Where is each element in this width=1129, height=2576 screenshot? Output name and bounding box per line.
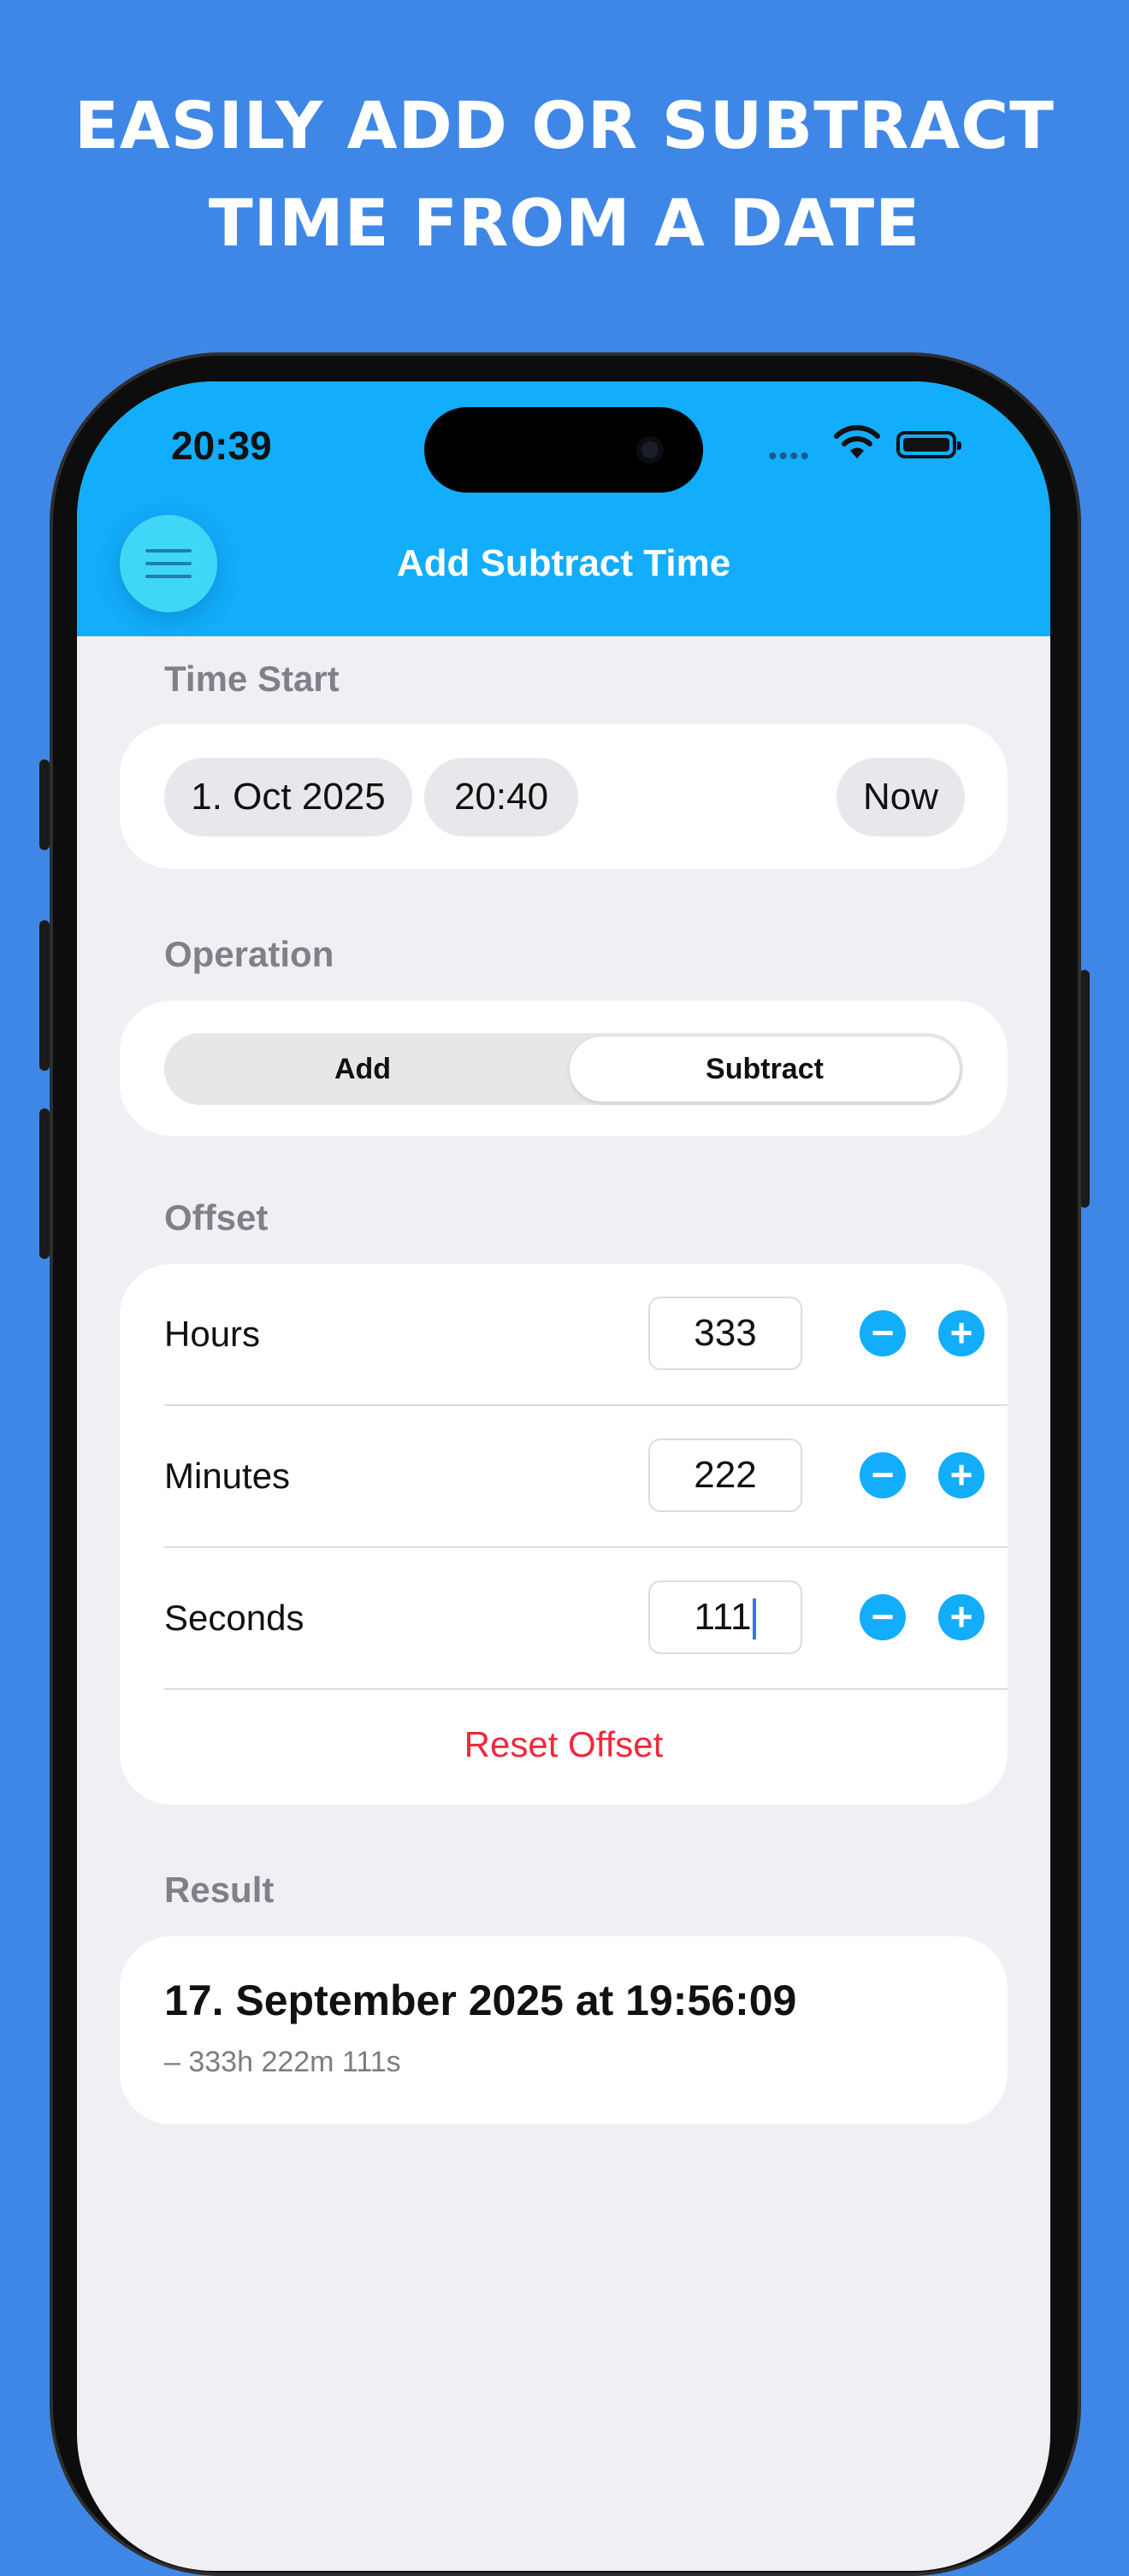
text-cursor <box>753 1598 757 1640</box>
time-start-label: Time Start <box>164 659 340 699</box>
phone-volume-down-button <box>39 1108 50 1259</box>
minus-icon: − <box>871 1310 895 1355</box>
date-picker-button[interactable]: 1. Oct 2025 <box>164 758 412 836</box>
operation-segmented-control: Add Subtract <box>164 1033 963 1105</box>
divider <box>164 1404 1008 1406</box>
operation-card: Add Subtract <box>120 1001 1008 1136</box>
segment-subtract[interactable]: Subtract <box>570 1037 960 1102</box>
divider <box>164 1688 1008 1690</box>
minus-icon: − <box>871 1594 895 1639</box>
result-value: 17. September 2025 at 19:56:09 <box>164 1976 797 2024</box>
now-button[interactable]: Now <box>836 758 965 836</box>
status-time: 20:39 <box>171 423 272 468</box>
minutes-decrement-button[interactable]: − <box>860 1452 906 1498</box>
nav-title: Add Subtract Time <box>396 542 731 584</box>
wifi-icon <box>834 425 880 458</box>
promo-line-1: EASILY ADD OR SUBTRACT <box>74 87 1055 163</box>
cellular-icon: •••• <box>768 442 812 470</box>
dynamic-island <box>424 407 703 493</box>
time-start-card: 1. Oct 2025 20:40 Now <box>120 724 1008 869</box>
plus-icon: + <box>949 1310 973 1355</box>
plus-icon: + <box>949 1594 973 1639</box>
result-card: 17. September 2025 at 19:56:09 – 333h 22… <box>120 1936 1008 2124</box>
time-picker-button[interactable]: 20:40 <box>424 758 578 836</box>
hours-field[interactable]: 333 <box>648 1297 802 1370</box>
navigation-bar: 20:39 •••• Add Subtract Time <box>77 381 1050 636</box>
promo-line-2: TIME FROM A DATE <box>208 185 921 261</box>
battery-icon <box>896 431 961 458</box>
phone-action-button <box>39 759 50 850</box>
app-screen: 20:39 •••• Add Subtract Time Time Start … <box>77 381 1050 2571</box>
segment-add[interactable]: Add <box>168 1037 558 1102</box>
minutes-field[interactable]: 222 <box>648 1439 802 1512</box>
promo-heading: EASILY ADD OR SUBTRACT TIME FROM A DATE <box>0 77 1129 272</box>
seconds-value: 111 <box>694 1596 752 1638</box>
hours-increment-button[interactable]: + <box>938 1310 984 1356</box>
seconds-label: Seconds <box>164 1598 304 1638</box>
offset-card: Hours 333 − + Minutes 222 − + Seconds 11… <box>120 1264 1008 1805</box>
minutes-label: Minutes <box>164 1456 291 1496</box>
divider <box>164 1546 1008 1548</box>
phone-volume-up-button <box>39 920 50 1071</box>
result-detail: – 333h 222m 111s <box>164 2046 401 2078</box>
minutes-increment-button[interactable]: + <box>938 1452 984 1498</box>
reset-offset-button[interactable]: Reset Offset <box>120 1724 1008 1765</box>
camera-lens <box>636 436 664 464</box>
offset-label: Offset <box>164 1197 269 1238</box>
operation-label: Operation <box>164 934 334 974</box>
result-label: Result <box>164 1870 275 1910</box>
hours-decrement-button[interactable]: − <box>860 1310 906 1356</box>
plus-icon: + <box>949 1452 973 1497</box>
hours-label: Hours <box>164 1314 261 1354</box>
seconds-decrement-button[interactable]: − <box>860 1594 906 1640</box>
seconds-field[interactable]: 111 <box>648 1580 802 1654</box>
seconds-increment-button[interactable]: + <box>938 1594 984 1640</box>
minus-icon: − <box>871 1452 895 1497</box>
